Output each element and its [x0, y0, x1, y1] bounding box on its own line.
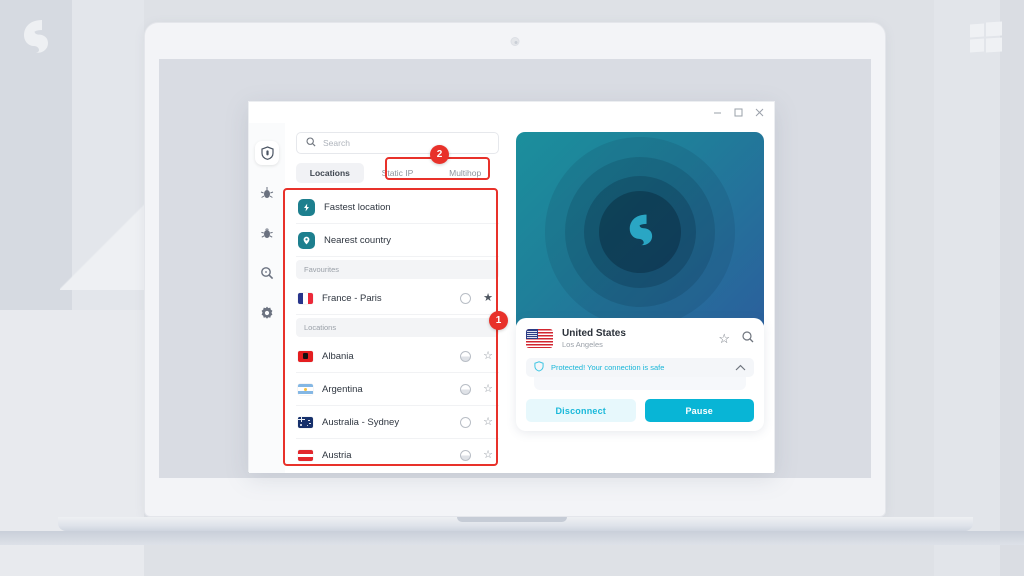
magnifier-icon [260, 266, 274, 280]
annotation-badge-1: 1 [489, 311, 508, 330]
connection-card: United States Los Angeles ☆ Protected! Y… [516, 318, 764, 431]
row-actions: ☆ [460, 350, 493, 362]
locations-tabs: Locations Static IP Multihop [296, 163, 499, 183]
shield-icon [260, 146, 274, 160]
connection-country: United States [562, 328, 626, 339]
connection-city: Los Angeles [562, 340, 603, 349]
connection-actions: ☆ [718, 330, 754, 348]
star-outline-icon[interactable]: ☆ [483, 383, 493, 395]
search-placeholder: Search [323, 138, 350, 148]
window-titlebar [249, 102, 774, 123]
laptop-foot [0, 531, 1024, 545]
disconnect-button[interactable]: Disconnect [526, 399, 636, 422]
background-band-right-inner [934, 0, 1000, 576]
connection-panel: United States Los Angeles ☆ Protected! Y… [510, 123, 774, 473]
flag-fr [298, 292, 313, 304]
bug-alert-icon [260, 186, 274, 200]
list-item-label: Argentina [322, 383, 363, 395]
search-icon[interactable] [742, 330, 754, 348]
locations-panel: Search Locations Static IP Multihop Fast… [285, 123, 510, 473]
list-item-argentina[interactable]: Argentina ☆ [296, 373, 499, 406]
sidebar-item-alternative-id[interactable] [255, 181, 279, 205]
list-item-label: Fastest location [324, 201, 391, 213]
section-header-favourites: Favourites [296, 260, 499, 279]
status-text: Protected! Your connection is safe [551, 363, 665, 372]
chevron-up-icon[interactable] [735, 359, 746, 377]
star-outline-icon[interactable]: ☆ [483, 350, 493, 362]
list-item-nearest-country[interactable]: Nearest country [296, 224, 499, 257]
lightning-icon [298, 198, 315, 216]
windows-logo [970, 21, 1002, 53]
row-actions: ☆ [460, 450, 493, 461]
app-sidebar-rail [249, 123, 285, 473]
app-body: Search Locations Static IP Multihop Fast… [249, 123, 774, 473]
star-outline-icon[interactable]: ☆ [483, 416, 493, 428]
list-item-australia-sydney[interactable]: Australia - Sydney ☆ [296, 406, 499, 439]
tab-multihop[interactable]: Multihop [431, 163, 499, 183]
connection-hero [516, 132, 764, 332]
background-band-right-outer [1000, 0, 1024, 576]
sidebar-item-antivirus[interactable] [255, 221, 279, 245]
ping-circle-icon[interactable] [460, 416, 472, 428]
laptop-webcam [510, 37, 520, 46]
annotation-badge-2: 2 [430, 145, 449, 164]
sidebar-item-settings[interactable] [255, 301, 279, 325]
list-item-albania[interactable]: Albania ☆ [296, 340, 499, 373]
connection-location: United States Los Angeles [562, 328, 709, 349]
list-item-label: Austria [322, 450, 352, 461]
gear-icon [260, 306, 274, 320]
close-icon[interactable] [755, 108, 764, 117]
section-header-locations: Locations [296, 318, 499, 337]
flag-al [298, 350, 313, 362]
surfshark-fin-logo [626, 213, 654, 252]
locations-list: Fastest location Nearest country Favouri… [296, 191, 499, 472]
flag-at [298, 450, 313, 461]
ping-circle-icon[interactable] [460, 383, 472, 395]
tab-static-ip[interactable]: Static IP [364, 163, 432, 183]
list-item-france-paris[interactable]: France - Paris ★ [296, 282, 499, 315]
row-actions: ☆ [460, 383, 493, 395]
minimize-icon[interactable] [713, 108, 722, 117]
maximize-icon[interactable] [734, 108, 743, 117]
search-icon [306, 134, 316, 152]
pause-button[interactable]: Pause [644, 399, 754, 422]
flag-au [298, 416, 313, 428]
shield-icon [534, 359, 544, 377]
search-input[interactable]: Search [296, 132, 499, 154]
flag-ar [298, 383, 313, 395]
star-filled-icon[interactable]: ★ [483, 292, 493, 304]
ping-circle-icon[interactable] [460, 450, 472, 461]
bug-icon [260, 226, 274, 240]
sidebar-item-alert-search[interactable] [255, 261, 279, 285]
row-actions: ☆ [460, 416, 493, 428]
star-outline-icon[interactable]: ☆ [718, 332, 730, 345]
star-outline-icon[interactable]: ☆ [483, 450, 493, 461]
connection-header: United States Los Angeles ☆ [526, 328, 754, 349]
surfshark-app-window: Search Locations Static IP Multihop Fast… [248, 101, 775, 473]
list-item-fastest-location[interactable]: Fastest location [296, 191, 499, 224]
tab-locations[interactable]: Locations [296, 163, 364, 183]
pin-icon [298, 231, 315, 249]
laptop-base-notch [457, 517, 567, 522]
status-badge[interactable]: Protected! Your connection is safe [526, 358, 754, 377]
sidebar-item-vpn[interactable] [255, 141, 279, 165]
ping-circle-icon[interactable] [460, 292, 472, 304]
list-item-label: Australia - Sydney [322, 416, 400, 428]
row-actions: ★ [460, 292, 493, 304]
list-item-label: France - Paris [322, 292, 382, 304]
list-item-label: Albania [322, 350, 354, 362]
list-item-austria[interactable]: Austria ☆ [296, 439, 499, 472]
list-item-label: Nearest country [324, 234, 392, 246]
surfshark-fin-logo [20, 18, 50, 54]
connection-buttons: Disconnect Pause [526, 399, 754, 422]
flag-us [526, 329, 553, 348]
status-detail-placeholder [534, 377, 746, 390]
ping-circle-icon[interactable] [460, 350, 472, 362]
